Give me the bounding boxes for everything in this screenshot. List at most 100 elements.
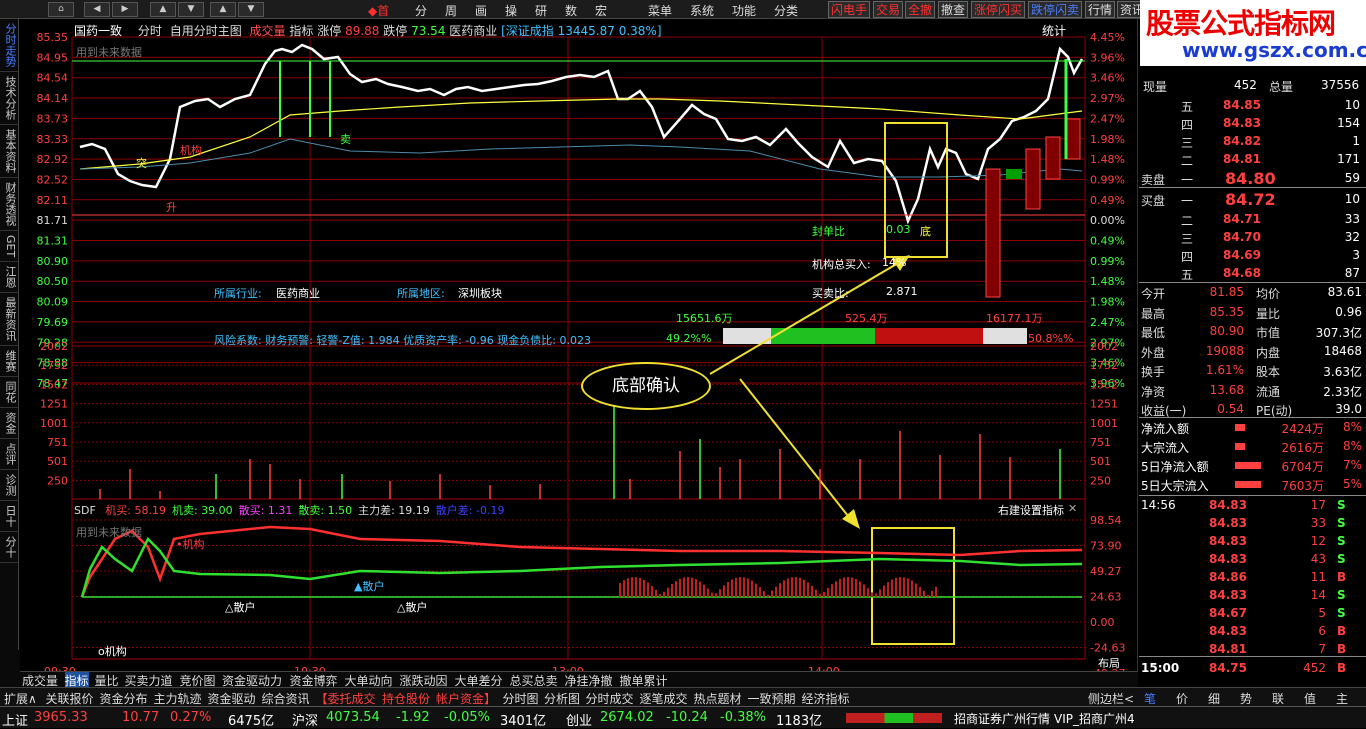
- sell-amount: 16177.1万: [986, 312, 1043, 325]
- left-nav-item[interactable]: 点评: [0, 439, 18, 471]
- quick-button[interactable]: 行情: [1085, 1, 1116, 18]
- ind-label[interactable]: 指标: [289, 24, 313, 38]
- bottom-tab[interactable]: 逐笔成交: [640, 690, 688, 707]
- quote-cell: 3.63亿: [1323, 365, 1362, 379]
- quote-cell: 84.83: [1209, 624, 1247, 638]
- bottom-tab[interactable]: 扩展∧: [4, 690, 37, 707]
- bottom-tab[interactable]: 持仓股份: [382, 690, 430, 707]
- bottom-tab[interactable]: 分析图: [544, 690, 580, 707]
- left-nav-item[interactable]: 维赛: [0, 346, 18, 378]
- bottom-tab[interactable]: 帐户资金】: [436, 690, 496, 707]
- status-hs_pct: -0.05%: [444, 710, 490, 725]
- bottom-tab[interactable]: 分时图: [503, 690, 539, 707]
- signal-jigou-sdf: •机构: [176, 538, 205, 551]
- back-icon[interactable]: ◀: [84, 2, 110, 17]
- down-icon[interactable]: ▼: [178, 2, 204, 17]
- status-hs: 4073.54: [326, 710, 380, 725]
- menu-home[interactable]: ◆首: [368, 2, 389, 19]
- pct-tick: 1.48%: [1090, 153, 1125, 166]
- quote-cell: 84.86: [1209, 570, 1247, 584]
- menu-item[interactable]: 分类: [774, 2, 798, 19]
- menu-item[interactable]: 功能: [732, 2, 756, 19]
- sdf-item: 机买: 58.19: [105, 504, 166, 517]
- quote-row: 84.83 12 S: [1139, 532, 1366, 551]
- bottom-tab[interactable]: 关联报价: [46, 690, 94, 707]
- bottom-tab[interactable]: 热点题材: [694, 690, 742, 707]
- price-tick: 85.35: [37, 31, 69, 44]
- page-up-icon[interactable]: ▲: [210, 2, 236, 17]
- menu-item[interactable]: 操: [505, 2, 517, 19]
- menu-item[interactable]: 系统: [690, 2, 714, 19]
- chart-canvas: 85.35 84.95 84.54 84.14 83.73 83.33 82.92 82.52…: [37, 31, 1126, 680]
- quick-button[interactable]: 全撤: [905, 1, 936, 18]
- left-nav-item[interactable]: 同花: [0, 377, 18, 409]
- bottom-tab[interactable]: 经济指标: [802, 690, 850, 707]
- up-icon[interactable]: ▲: [150, 2, 176, 17]
- menu-item[interactable]: 宏: [595, 2, 607, 19]
- bottom-tab[interactable]: 侧边栏<: [1088, 690, 1134, 707]
- left-nav-item[interactable]: 财务透视: [0, 178, 18, 231]
- left-nav-item[interactable]: 日十: [0, 501, 18, 533]
- price-tick: 80.09: [37, 296, 69, 309]
- menu-item[interactable]: 分: [415, 2, 427, 19]
- indicator-settings[interactable]: 右建设置指标: [998, 502, 1064, 518]
- close-icon[interactable]: ✕: [1068, 502, 1077, 515]
- quick-button[interactable]: 跌停闪卖: [1028, 1, 1083, 18]
- menu-item[interactable]: 菜单: [648, 2, 672, 19]
- bottom-tab[interactable]: 【委托成交: [316, 690, 376, 707]
- left-nav-item[interactable]: 资金: [0, 408, 18, 440]
- quote-cell: B: [1337, 570, 1347, 584]
- left-nav-item[interactable]: GET: [0, 231, 18, 263]
- annotation-arrow-2: [739, 378, 853, 522]
- quick-button[interactable]: 交易: [873, 1, 904, 18]
- quote-cell: 84.69: [1223, 248, 1261, 262]
- left-nav-item[interactable]: 诊测: [0, 470, 18, 502]
- right-tab[interactable]: 笔: [1144, 690, 1156, 707]
- bottom-tab[interactable]: 分时成交: [586, 690, 634, 707]
- quote-row: 换手 1.61% 股本 3.63亿: [1139, 361, 1366, 380]
- right-tab[interactable]: 联: [1272, 690, 1284, 707]
- quick-button[interactable]: 撤查: [938, 1, 969, 18]
- bottom-tab[interactable]: 资金分布: [100, 690, 148, 707]
- intraday-chart[interactable]: 85.35 84.95 84.54 84.14 83.73 83.33 82.92 82.52…: [20, 19, 1138, 687]
- left-nav-item[interactable]: 技术分析: [0, 72, 18, 125]
- header-item[interactable]: 自用分时主图: [170, 24, 242, 38]
- right-tab[interactable]: 势: [1240, 690, 1252, 707]
- header-item[interactable]: 分时: [138, 24, 162, 38]
- menu-item[interactable]: 周: [445, 2, 457, 19]
- left-nav-item[interactable]: 最新资讯: [0, 293, 18, 347]
- stat-button[interactable]: 统计: [1042, 22, 1066, 39]
- menu-item[interactable]: 研: [535, 2, 547, 19]
- left-nav-item[interactable]: 基本资料: [0, 125, 18, 178]
- bottom-tab[interactable]: 一致预期: [748, 690, 796, 707]
- right-tab[interactable]: 值: [1304, 690, 1316, 707]
- layout-button[interactable]: 布局: [1098, 655, 1120, 671]
- right-tab[interactable]: 细: [1208, 690, 1220, 707]
- vol-tick: 1251: [40, 398, 68, 411]
- signal-sheng: 升: [166, 201, 177, 214]
- sdf-header: SDF 机买: 58.19 机卖: 39.00 散买: 1.31 散卖: 1.50 主力…: [74, 502, 504, 518]
- page-down-icon[interactable]: ▼: [238, 2, 264, 17]
- right-tab[interactable]: 价: [1176, 690, 1188, 707]
- quote-row: 14:56 84.83 17 S: [1139, 496, 1366, 515]
- menu-item[interactable]: 数: [565, 2, 577, 19]
- bottom-tab[interactable]: 综合资讯: [262, 690, 310, 707]
- mini-chart-icon: [846, 713, 942, 723]
- left-nav-item[interactable]: 分十: [0, 532, 18, 564]
- price-line: [79, 43, 1084, 225]
- home-nav-icon[interactable]: ⌂: [48, 2, 74, 17]
- left-nav-item[interactable]: 分时走势: [0, 19, 18, 72]
- forward-icon[interactable]: ▶: [112, 2, 138, 17]
- right-tab[interactable]: 主: [1336, 690, 1348, 707]
- menu-item[interactable]: 画: [475, 2, 487, 19]
- vol-label[interactable]: 成交量: [250, 24, 286, 38]
- candle: [985, 168, 1001, 298]
- bottom-tab[interactable]: 资金驱动: [208, 690, 256, 707]
- left-nav-item[interactable]: 江恩: [0, 262, 18, 294]
- quote-cell: 84.67: [1209, 606, 1247, 620]
- quick-button[interactable]: 涨停闪买: [971, 1, 1026, 18]
- bottom-tab[interactable]: 主力轨迹: [154, 690, 202, 707]
- quick-button[interactable]: 闪电手: [828, 1, 871, 18]
- quote-cell: 18468: [1323, 343, 1362, 358]
- pct-tick: 3.96%: [1090, 51, 1125, 64]
